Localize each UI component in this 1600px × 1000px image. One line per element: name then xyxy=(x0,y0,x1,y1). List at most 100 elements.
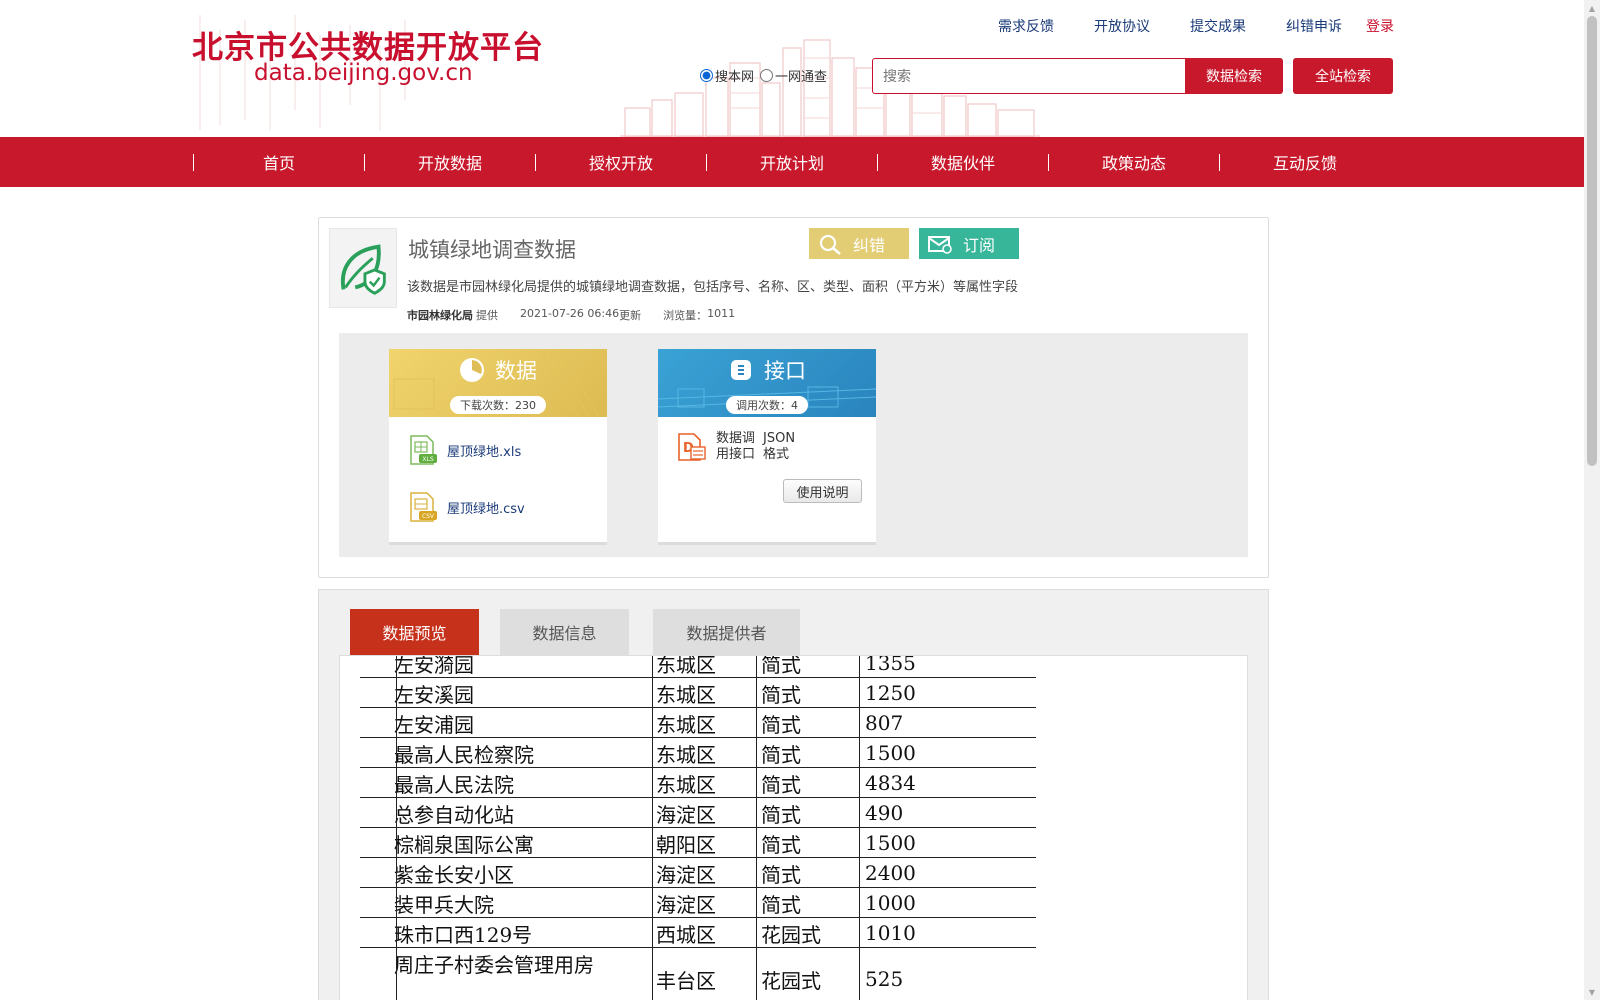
table-row: 珠市口西129号 西城区 花园式 1010 xyxy=(360,918,1036,948)
scrollbar-thumb[interactable] xyxy=(1587,16,1597,466)
tab-data-preview[interactable]: 数据预览 xyxy=(350,609,479,655)
scope-label-unified: 一网通查 xyxy=(775,70,828,85)
grid-line xyxy=(652,656,653,1000)
dataset-meta: 市园林绿化局 提供 2021-07-26 06:46 更新 浏览量： 1011 xyxy=(407,307,735,323)
toplink-open-agreement[interactable]: 开放协议 xyxy=(1094,16,1150,36)
nav-item-data-partners[interactable]: 数据伙伴 xyxy=(878,137,1048,187)
cell-name: 总参自动化站 xyxy=(394,802,514,827)
dataset-card: 城镇绿地调查数据 纠错 订阅 该数据是市园林绿化局提供的城镇绿地调查数据，包括序… xyxy=(318,217,1269,578)
table-row: 左安溪园 东城区 简式 1250 xyxy=(360,678,1036,708)
cell-type: 简式 xyxy=(761,682,801,707)
download-count-badge: 下载次数：230 xyxy=(450,396,546,414)
site-logo-url[interactable]: data.beijing.gov.cn xyxy=(254,60,473,86)
cell-district: 海淀区 xyxy=(656,802,716,827)
scroll-up-arrow-icon[interactable]: ▲ xyxy=(1584,0,1600,16)
cell-area: 807 xyxy=(865,711,904,735)
data-search-button[interactable]: 数据检索 xyxy=(1185,58,1283,94)
dataset-title: 城镇绿地调查数据 xyxy=(408,238,576,262)
preview-section: 数据预览 数据信息 数据提供者 左安漪园 东城区 简式 1355 左安溪园 东城区 简式 12… xyxy=(318,589,1269,1000)
usage-instructions-button[interactable]: 使用说明 xyxy=(783,479,862,503)
magnifier-icon xyxy=(819,234,841,255)
cell-type: 花园式 xyxy=(761,968,821,993)
cell-area: 4834 xyxy=(865,771,916,795)
nav-item-home[interactable]: 首页 xyxy=(194,137,364,187)
toplink-demand-feedback[interactable]: 需求反馈 xyxy=(998,16,1054,36)
cell-district: 东城区 xyxy=(656,712,716,737)
nav-item-authorized-open[interactable]: 授权开放 xyxy=(536,137,706,187)
data-preview-panel: 左安漪园 东城区 简式 1355 左安溪园 东城区 简式 1250 左安浦园 东城区 简式 807 最高… xyxy=(339,655,1248,1000)
search-scope-group: 搜本网 一网通查 xyxy=(700,66,833,85)
dataset-provider-suffix: 提供 xyxy=(476,309,498,322)
dataset-updated-time: 2021-07-26 06:46 xyxy=(520,307,620,320)
dataset-updated-suffix: 更新 xyxy=(619,309,642,322)
subscribe-label: 订阅 xyxy=(963,235,996,255)
search-input[interactable] xyxy=(872,58,1185,94)
nav-item-open-plan[interactable]: 开放计划 xyxy=(707,137,877,187)
api-document-icon: D xyxy=(678,433,706,461)
dataset-category-icon xyxy=(329,228,397,308)
table-row: 棕榈泉国际公寓 朝阳区 简式 1500 xyxy=(360,828,1036,858)
cell-district: 东城区 xyxy=(656,682,716,707)
data-panel-title: 数据 xyxy=(389,355,607,385)
csv-file-icon: CSV xyxy=(410,492,437,522)
dataset-provider[interactable]: 市园林绿化局 xyxy=(407,307,473,323)
cell-area: 1000 xyxy=(865,891,916,915)
scope-radio-this-site[interactable] xyxy=(700,69,713,82)
cell-district: 朝阳区 xyxy=(656,832,716,857)
grid-line xyxy=(756,656,757,1000)
scope-label-this-site: 搜本网 xyxy=(715,70,755,85)
api-panel-title-text: 接口 xyxy=(764,359,806,383)
correct-error-button[interactable]: 纠错 xyxy=(809,228,909,259)
login-link[interactable]: 登录 xyxy=(1366,16,1394,36)
top-links: 需求反馈 开放协议 提交成果 纠错申诉 登录 xyxy=(0,16,1584,38)
xls-file-icon: XLS xyxy=(410,435,437,465)
nav-item-policy-news[interactable]: 政策动态 xyxy=(1049,137,1219,187)
api-label-line1: 数据调 xyxy=(716,431,756,446)
cell-district: 西城区 xyxy=(656,922,716,947)
cell-district: 东城区 xyxy=(656,742,716,767)
scope-radio-unified[interactable] xyxy=(760,69,774,82)
table-row: 紫金长安小区 海淀区 简式 2400 xyxy=(360,858,1036,888)
file-row-xls[interactable]: XLS 屋顶绿地.xls xyxy=(407,434,521,466)
api-format-line2: 格式 xyxy=(763,447,790,462)
cell-name: 珠市口西129号 xyxy=(394,922,533,947)
cell-name: 左安漪园 xyxy=(394,655,474,677)
toplink-error-appeal[interactable]: 纠错申诉 xyxy=(1286,16,1342,36)
preview-spreadsheet: 左安漪园 东城区 简式 1355 左安溪园 东城区 简式 1250 左安浦园 东城区 简式 807 最高… xyxy=(340,655,1247,1000)
cell-district: 海淀区 xyxy=(656,862,716,887)
cell-name: 最高人民检察院 xyxy=(394,742,534,767)
scope-option-this-site[interactable]: 搜本网 xyxy=(700,66,754,85)
api-label-line2: 用接口 xyxy=(716,447,756,462)
file-row-csv[interactable]: CSV 屋顶绿地.csv xyxy=(407,491,525,523)
cell-area: 525 xyxy=(865,967,904,991)
cell-type: 简式 xyxy=(761,802,801,827)
cell-district: 丰台区 xyxy=(656,968,716,993)
api-panel: 接口 调用次数：4 D 数据调 JSON 用接口 格式 使用说明 xyxy=(658,349,876,545)
cell-type: 简式 xyxy=(761,742,801,767)
cell-area: 490 xyxy=(865,801,904,825)
table-row: 最高人民检察院 东城区 简式 1500 xyxy=(360,738,1036,768)
toplink-submit-results[interactable]: 提交成果 xyxy=(1190,16,1246,36)
cell-area: 1500 xyxy=(865,831,916,855)
cell-name: 棕榈泉国际公寓 xyxy=(394,832,534,857)
tab-data-provider[interactable]: 数据提供者 xyxy=(653,609,800,655)
cell-name: 周庄子村委会管理用房 xyxy=(394,952,594,977)
scope-option-unified[interactable]: 一网通查 xyxy=(760,66,827,85)
nav-item-interactive-feedback[interactable]: 互动反馈 xyxy=(1220,137,1390,187)
api-interface-row[interactable]: D 数据调 JSON 用接口 格式 xyxy=(676,431,795,463)
tab-data-info[interactable]: 数据信息 xyxy=(500,609,629,655)
site-search-button[interactable]: 全站检索 xyxy=(1293,58,1393,94)
file-name-csv[interactable]: 屋顶绿地.csv xyxy=(447,498,525,517)
cell-area: 1250 xyxy=(865,681,916,705)
mail-icon xyxy=(928,235,952,254)
scroll-down-arrow-icon[interactable]: ▼ xyxy=(1584,984,1600,1000)
file-name-xls[interactable]: 屋顶绿地.xls xyxy=(447,441,521,460)
leaf-shield-icon xyxy=(340,244,386,295)
data-panel-title-text: 数据 xyxy=(495,359,537,383)
cell-area: 1010 xyxy=(865,921,916,945)
nav-item-open-data[interactable]: 开放数据 xyxy=(365,137,535,187)
subscribe-button[interactable]: 订阅 xyxy=(919,228,1019,259)
cell-type: 简式 xyxy=(761,655,801,677)
page-scrollbar[interactable]: ▲ ▼ xyxy=(1584,0,1600,1000)
correct-error-label: 纠错 xyxy=(853,235,886,255)
